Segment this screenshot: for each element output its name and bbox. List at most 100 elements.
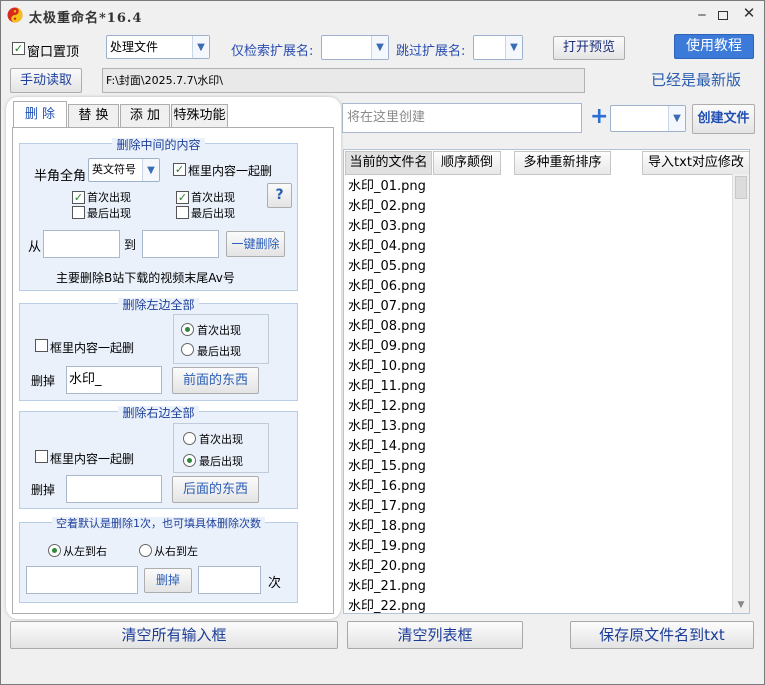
clear-inputs-button[interactable]: 清空所有输入框 [10,621,338,649]
width-label: 半角全角 [34,169,87,184]
delete-count-title: 空着默认是删除1次，也可填具体删除次数 [52,517,265,530]
list-item[interactable]: 水印_09.png [348,337,426,357]
title-bar[interactable]: 太极重命名*16.4 ‒ ✕ [1,1,764,31]
left-remove-input[interactable]: 水印_ [66,366,162,394]
list-item[interactable]: 水印_11.png [348,377,426,397]
left-last-radio[interactable] [181,343,194,356]
list-item[interactable]: 水印_19.png [348,537,426,557]
reverse-order-button[interactable]: 顺序颠倒 [433,151,501,175]
manual-read-button[interactable]: 手动读取 [10,68,82,93]
import-txt-button[interactable]: 导入txt对应修改 [642,151,749,175]
list-item[interactable]: 水印_05.png [348,257,426,277]
left-first-radio[interactable] [181,323,194,336]
left-last-checkbox[interactable] [72,206,85,219]
rtl-radio[interactable] [139,544,152,557]
right-with-box-label: 框里内容一起删 [50,452,135,466]
extension-select[interactable]: ▼ [610,105,686,132]
tab-add[interactable]: 添 加 [120,104,170,127]
right-remove-input[interactable] [66,475,162,503]
left-first-checkbox[interactable]: ✓ [72,191,85,204]
ltr-label: 从左到右 [63,545,107,558]
list-item[interactable]: 水印_16.png [348,477,426,497]
open-preview-button[interactable]: 打开预览 [553,36,625,60]
list-item[interactable]: 水印_07.png [348,297,426,317]
list-item[interactable]: 水印_04.png [348,237,426,257]
clear-list-button[interactable]: 清空列表框 [347,621,523,649]
right-remove-label: 删掉 [31,483,56,497]
width-value: 英文符号 [92,163,136,176]
tutorial-button[interactable]: 使用教程 [674,34,754,59]
delete-text-input[interactable] [26,566,138,594]
list-scrollbar[interactable]: ▲ ▼ [732,174,749,613]
from-input[interactable] [43,230,120,258]
ltr-radio[interactable] [48,544,61,557]
save-names-button[interactable]: 保存原文件名到txt [570,621,754,649]
multi-sort-button[interactable]: 多种重新排序 [514,151,611,175]
right-first-label: 首次出现 [191,191,235,204]
list-item[interactable]: 水印_17.png [348,497,426,517]
right-last-checkbox[interactable] [176,206,189,219]
scroll-down-icon[interactable]: ▼ [733,597,749,613]
middle-hint: 主要删除B站下载的视频末尾Av号 [56,271,235,285]
tab-special[interactable]: 特殊功能 [171,104,228,127]
to-input[interactable] [142,230,219,258]
rtl-label: 从右到左 [154,545,198,558]
delete-before-button[interactable]: 前面的东西 [172,367,259,394]
tab-delete[interactable]: 删 除 [13,101,67,128]
delete-middle-title: 删除中间的内容 [112,138,205,152]
delete-right-title: 删除右边全部 [118,406,199,420]
close-icon[interactable]: ✕ [739,4,759,24]
times-label: 次 [268,576,282,591]
list-item[interactable]: 水印_13.png [348,417,426,437]
chevron-down-icon: ▼ [371,36,388,59]
minimize-icon[interactable]: ‒ [693,7,711,25]
scroll-thumb[interactable] [735,176,747,199]
right-with-box-checkbox[interactable] [35,450,48,463]
plus-icon[interactable]: + [590,104,608,129]
chevron-down-icon: ▼ [192,36,209,58]
only-ext-select[interactable]: ▼ [321,35,389,60]
help-button[interactable]: ? [267,183,292,208]
window-top-checkbox[interactable]: ✓ [12,42,25,55]
list-item[interactable]: 水印_18.png [348,517,426,537]
column-current-filename[interactable]: 当前的文件名 [345,151,432,175]
right-first-checkbox[interactable]: ✓ [176,191,189,204]
list-item[interactable]: 水印_02.png [348,197,426,217]
to-label: 到 [124,238,137,252]
one-click-delete-button[interactable]: 一键删除 [226,231,285,257]
mode-value: 处理文件 [110,40,159,54]
list-item[interactable]: 水印_14.png [348,437,426,457]
list-item[interactable]: 水印_10.png [348,357,426,377]
tab-replace[interactable]: 替 换 [68,104,119,127]
list-item[interactable]: 水印_21.png [348,577,426,597]
delete-count-button[interactable]: 删掉 [144,568,192,593]
path-field[interactable]: F:\封面\2025.7.7\水印\ [102,68,585,93]
list-item[interactable]: 水印_08.png [348,317,426,337]
times-input[interactable] [198,566,261,594]
middle-with-box-checkbox[interactable]: ✓ [173,163,186,176]
create-name-input[interactable]: 将在这里创建 [342,103,582,133]
right-first-radio[interactable] [183,432,196,445]
left-last-label: 最后出现 [87,207,131,220]
file-list[interactable]: 当前的文件名 顺序颠倒 多种重新排序 导入txt对应修改 水印_01.png 水印… [343,149,750,614]
window-top-label: 窗口置顶 [27,45,80,60]
create-file-button[interactable]: 创建文件 [692,104,755,134]
skip-ext-select[interactable]: ▼ [473,35,523,60]
left-with-box-checkbox[interactable] [35,339,48,352]
list-item[interactable]: 水印_03.png [348,217,426,237]
maximize-icon[interactable] [714,7,732,25]
list-item[interactable]: 水印_20.png [348,557,426,577]
chevron-down-icon: ▼ [668,106,685,131]
width-select[interactable]: 英文符号 ▼ [88,158,160,182]
list-item[interactable]: 水印_12.png [348,397,426,417]
delete-after-button[interactable]: 后面的东西 [172,476,259,503]
from-label: 从 [28,240,42,255]
left-remove-label: 删掉 [31,374,56,388]
only-ext-label: 仅检索扩展名: [231,44,314,59]
list-item[interactable]: 水印_01.png [348,177,426,197]
mode-select[interactable]: 处理文件 ▼ [106,35,210,59]
right-last-radio[interactable] [183,454,196,467]
list-item[interactable]: 水印_15.png [348,457,426,477]
list-item[interactable]: 水印_22.png [348,597,426,613]
list-item[interactable]: 水印_06.png [348,277,426,297]
